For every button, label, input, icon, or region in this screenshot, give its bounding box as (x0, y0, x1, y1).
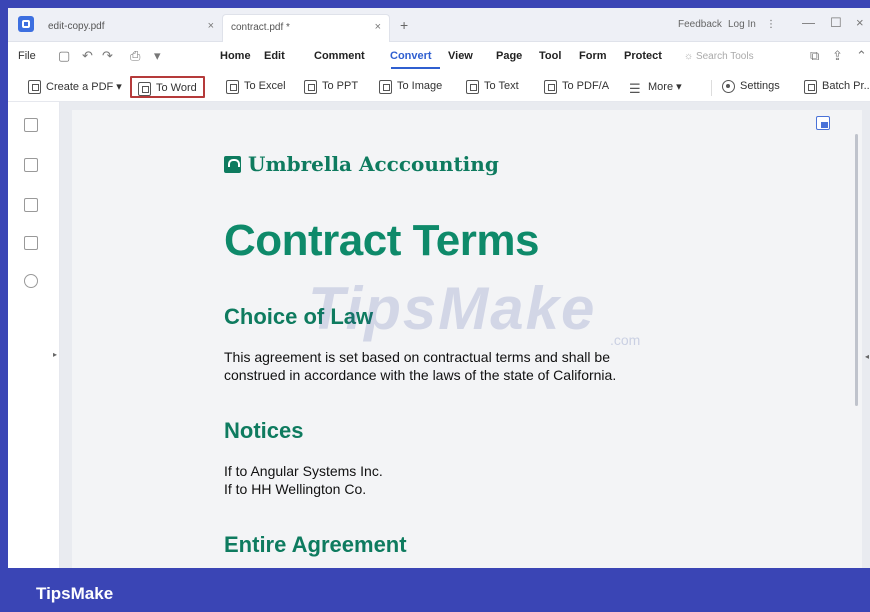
title-bar: edit-copy.pdf × contract.pdf * × + Feedb… (8, 8, 870, 42)
collapse-icon[interactable]: ⌃ (856, 48, 867, 64)
create-pdf-button[interactable]: Create a PDF ▾ (22, 76, 128, 98)
to-ppt-label: To PPT (322, 80, 359, 92)
bulb-icon: ☼ (684, 51, 696, 62)
pdf-page: Umbrella Acccounting Contract Terms Choi… (72, 110, 862, 568)
footer-banner: TipsMake (0, 568, 870, 612)
maximize-icon[interactable]: ☐ (830, 15, 842, 31)
document-title: Contract Terms (224, 216, 539, 265)
settings-label: Settings (740, 80, 780, 92)
pdfa-icon (544, 80, 557, 94)
pdf-editor-window: edit-copy.pdf × contract.pdf * × + Feedb… (8, 8, 870, 568)
umbrella-logo-icon (224, 156, 241, 173)
search-placeholder: Search Tools (695, 51, 754, 62)
batch-label: Batch Pr... (822, 80, 870, 92)
more-label: More (648, 81, 674, 93)
create-pdf-label: Create a PDF (46, 81, 114, 93)
menu-view[interactable]: View (448, 50, 473, 62)
to-text-button[interactable]: To Text (460, 76, 525, 98)
save-icon[interactable]: ▢ (58, 48, 70, 64)
brand-name: Umbrella Acccounting (248, 152, 499, 176)
to-ppt-button[interactable]: To PPT (298, 76, 364, 98)
paragraph-line: This agreement is set based on contractu… (224, 349, 610, 365)
toolbar-divider (711, 80, 712, 96)
paragraph-line: If to Angular Systems Inc. (224, 463, 383, 479)
document-viewer: Umbrella Acccounting Contract Terms Choi… (60, 102, 870, 568)
menu-protect[interactable]: Protect (624, 50, 662, 62)
ocr-float-icon[interactable] (816, 116, 830, 130)
create-pdf-icon (28, 80, 41, 94)
more-button[interactable]: ☰ More ▾ (624, 76, 688, 98)
text-icon (466, 80, 479, 94)
minimize-icon[interactable]: — (802, 15, 815, 30)
menu-home[interactable]: Home (220, 50, 251, 62)
feedback-link[interactable]: Feedback (678, 19, 722, 30)
menu-file[interactable]: File (18, 50, 36, 62)
batch-process-button[interactable]: Batch Pr... (798, 76, 870, 98)
to-text-label: To Text (484, 80, 519, 92)
comments-icon[interactable] (24, 198, 38, 212)
watermark-suffix: .com (610, 332, 641, 348)
search-tools-input[interactable]: ☼ Search Tools (684, 51, 754, 62)
to-pdfa-label: To PDF/A (562, 80, 610, 92)
customize-dropdown-icon[interactable]: ▾ (154, 48, 161, 64)
tab-edit-copy[interactable]: edit-copy.pdf × (40, 14, 222, 42)
thumbnails-icon[interactable] (24, 118, 38, 132)
left-sidebar: ▸ (8, 102, 60, 568)
ppt-icon (304, 80, 317, 94)
to-excel-label: To Excel (244, 80, 286, 92)
menu-edit[interactable]: Edit (264, 50, 285, 62)
redo-icon[interactable]: ↷ (102, 48, 113, 64)
paragraph-line: If to HH Wellington Co. (224, 481, 367, 497)
tab-close-icon[interactable]: × (208, 20, 214, 32)
excel-icon (226, 80, 239, 94)
watermark: TipsMake (308, 275, 597, 342)
menu-comment[interactable]: Comment (314, 50, 365, 62)
paragraph-line: construed in accordance with the laws of… (224, 367, 617, 383)
undo-icon[interactable]: ↶ (82, 48, 93, 64)
search-icon[interactable] (24, 274, 38, 288)
active-menu-indicator (391, 67, 440, 69)
to-word-button[interactable]: To Word (130, 76, 205, 98)
expand-right-panel-arrow-icon[interactable]: ◂ (865, 352, 869, 361)
to-word-label: To Word (156, 82, 197, 94)
tab-label: edit-copy.pdf (48, 21, 105, 32)
print-icon[interactable]: ⎙ (130, 48, 140, 64)
to-image-label: To Image (397, 80, 443, 92)
app-logo-icon (18, 16, 34, 32)
vertical-scrollbar[interactable] (855, 134, 858, 406)
close-window-icon[interactable]: × (856, 15, 864, 30)
more-lines-icon: ☰ (629, 81, 641, 96)
more-vertical-icon[interactable]: ⋮ (766, 19, 776, 30)
bookmark-icon[interactable] (24, 158, 38, 172)
convert-toolbar: Create a PDF ▾ To Word To Excel To PPT T… (8, 70, 870, 102)
tab-close-icon[interactable]: × (375, 21, 381, 33)
menu-bar: File ▢ ↶ ↷ ⎙ ▾ Home Edit Comment Convert… (8, 42, 870, 70)
tab-label: contract.pdf * (231, 22, 290, 33)
menu-tool[interactable]: Tool (539, 50, 561, 62)
expand-sidebar-arrow-icon[interactable]: ▸ (53, 350, 57, 359)
tab-contract[interactable]: contract.pdf * × (222, 14, 390, 42)
banner-text: TipsMake (36, 584, 114, 603)
word-icon (138, 82, 151, 96)
share-icon[interactable]: ⧉ (810, 48, 819, 64)
section-heading: Entire Agreement (224, 532, 407, 557)
image-icon (379, 80, 392, 94)
upload-icon[interactable]: ⇪ (832, 48, 843, 64)
to-excel-button[interactable]: To Excel (220, 76, 292, 98)
menu-form[interactable]: Form (579, 50, 607, 62)
menu-convert[interactable]: Convert (390, 50, 432, 62)
attachments-icon[interactable] (24, 236, 38, 250)
to-pdfa-button[interactable]: To PDF/A (538, 76, 615, 98)
new-tab-button[interactable]: + (400, 17, 408, 33)
login-link[interactable]: Log In (728, 19, 756, 30)
section-heading: Notices (224, 418, 304, 443)
menu-page[interactable]: Page (496, 50, 522, 62)
batch-icon (804, 80, 817, 94)
settings-button[interactable]: Settings (716, 76, 786, 98)
settings-gear-icon (722, 80, 735, 93)
to-image-button[interactable]: To Image (373, 76, 448, 98)
